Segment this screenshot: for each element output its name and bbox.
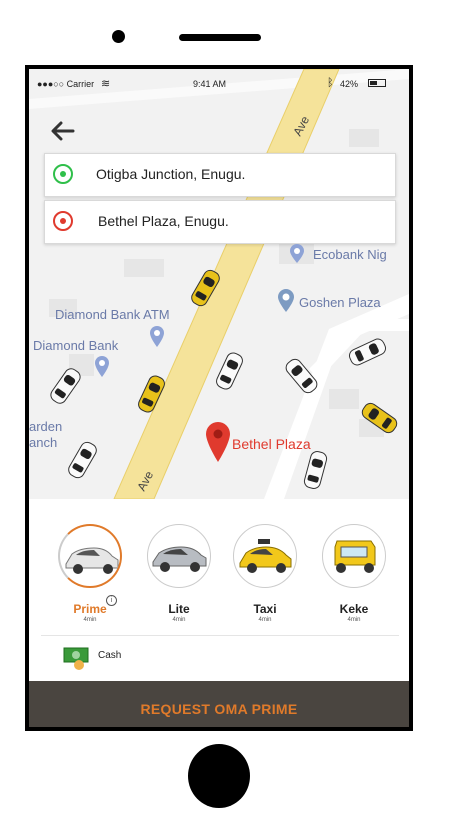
battery-icon — [368, 79, 386, 87]
bank-pin-icon — [290, 244, 304, 263]
keke-image — [322, 524, 386, 588]
bank-pin-icon — [95, 356, 109, 377]
place-diamond-atm: Diamond Bank ATM — [55, 307, 170, 322]
divider — [41, 635, 399, 636]
home-button[interactable] — [188, 744, 250, 808]
pickup-field[interactable]: Otigba Junction, Enugu. — [44, 153, 396, 197]
earpiece-speaker — [179, 34, 261, 41]
silver-car-icon — [152, 546, 207, 572]
place-garden-line1: arden — [29, 419, 63, 434]
destination-dot-icon — [53, 211, 73, 231]
pickup-text: Otigba Junction, Enugu. — [96, 166, 246, 182]
info-icon[interactable]: i — [106, 595, 117, 606]
prime-car-image — [58, 524, 122, 588]
status-bar: ●●●○○ Carrier ≋ 9:41 AM ᛒ 42% — [29, 69, 409, 91]
place-goshen: Goshen Plaza — [299, 295, 381, 310]
place-ecobank: Ecobank Nig — [313, 247, 387, 262]
ride-option-eta: 4min — [83, 617, 97, 623]
wifi-icon: ≋ — [101, 78, 111, 90]
phone-screen: Ave Ave ●●●○○ Carrier ≋ 9:41 AM ᛒ 42% Ot… — [25, 65, 413, 731]
tricycle-icon — [334, 540, 376, 573]
ride-option-prime[interactable]: Prime i 4min — [55, 524, 125, 634]
ride-options-panel: Prime i 4min Lite 4min Taxi 4min Keke 4m… — [29, 499, 409, 727]
place-diamond-bank: Diamond Bank — [33, 338, 119, 353]
pickup-dot-icon — [53, 164, 73, 184]
sedan-icon — [65, 547, 119, 574]
back-arrow-icon[interactable] — [49, 121, 75, 141]
ride-option-lite[interactable]: Lite 4min — [144, 524, 214, 634]
payment-label: Cash — [98, 650, 122, 661]
ride-option-taxi[interactable]: Taxi 4min — [230, 524, 300, 634]
carrier-signal: ●●●○○ Carrier — [37, 79, 95, 89]
ride-option-label: Taxi — [253, 602, 277, 616]
clock: 9:41 AM — [193, 79, 227, 89]
destination-field[interactable]: Bethel Plaza, Enugu. — [44, 200, 396, 244]
request-button-label: REQUEST OMA PRIME — [140, 701, 298, 717]
ride-option-eta: 4min — [258, 617, 272, 623]
taxi-car-image — [233, 524, 297, 588]
ride-option-keke[interactable]: Keke 4min — [319, 524, 389, 634]
destination-text: Bethel Plaza, Enugu. — [98, 213, 229, 229]
battery-percent: 42% — [340, 79, 359, 89]
cash-icon — [63, 647, 89, 670]
payment-method[interactable]: Cash — [63, 645, 183, 673]
bluetooth-icon: ᛒ — [327, 77, 334, 89]
destination-pin-icon — [206, 422, 230, 462]
ride-option-label: Keke — [339, 602, 369, 616]
yellow-taxi-icon — [239, 539, 292, 573]
request-ride-button[interactable]: REQUEST OMA PRIME — [29, 681, 409, 727]
place-garden-line2: anch — [29, 435, 58, 450]
ride-option-eta: 4min — [172, 617, 186, 623]
atm-pin-icon — [150, 326, 164, 347]
ride-option-eta: 4min — [347, 617, 361, 623]
place-bethel: Bethel Plaza — [232, 436, 311, 452]
place-pin-icon — [278, 289, 294, 312]
ride-option-label: Lite — [168, 602, 190, 616]
front-camera — [112, 30, 125, 43]
map-view[interactable]: Ave Ave ●●●○○ Carrier ≋ 9:41 AM ᛒ 42% Ot… — [29, 69, 409, 499]
lite-car-image — [147, 524, 211, 588]
